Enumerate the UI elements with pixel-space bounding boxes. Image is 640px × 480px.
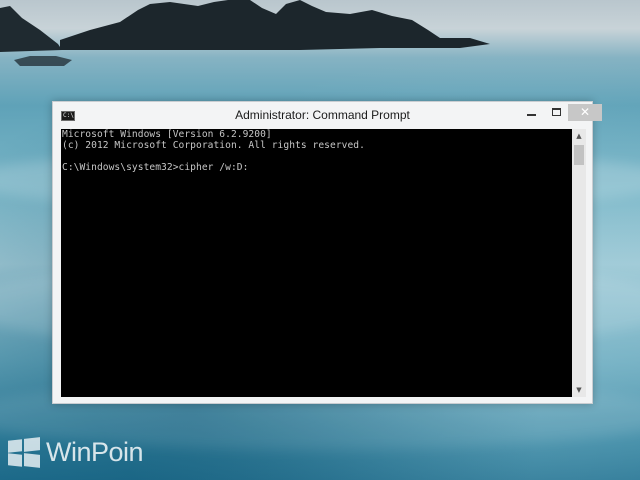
- rock-silhouettes: [0, 0, 490, 66]
- scroll-up-icon: ▲: [576, 132, 582, 140]
- command-prompt-line[interactable]: C:\Windows\system32>cipher /w:D:: [62, 162, 572, 173]
- scroll-thumb[interactable]: [574, 145, 584, 165]
- close-icon: ✕: [579, 105, 591, 119]
- close-button[interactable]: ✕: [568, 104, 602, 121]
- console-output[interactable]: Microsoft Windows [Version 6.2.9200] (c)…: [61, 129, 572, 397]
- scroll-down-button[interactable]: ▼: [572, 383, 586, 397]
- console-line: (c) 2012 Microsoft Corporation. All righ…: [62, 140, 365, 151]
- title-bar[interactable]: C:\ Administrator: Command Prompt ✕: [53, 102, 602, 129]
- maximize-icon: [552, 108, 561, 116]
- minimize-icon: [527, 114, 536, 116]
- window-title: Administrator: Command Prompt: [235, 108, 410, 122]
- scroll-down-icon: ▼: [576, 386, 582, 394]
- scroll-up-button[interactable]: ▲: [572, 129, 586, 143]
- minimize-button[interactable]: [518, 104, 544, 121]
- console-line: Microsoft Windows [Version 6.2.9200]: [62, 129, 272, 140]
- windows-logo-icon: [8, 437, 40, 468]
- vertical-scrollbar[interactable]: ▲ ▼: [572, 129, 586, 397]
- watermark: WinPoin: [8, 432, 144, 472]
- command-prompt-window[interactable]: C:\ Administrator: Command Prompt ✕ Micr…: [52, 101, 602, 404]
- desktop-wallpaper: C:\ Administrator: Command Prompt ✕ Micr…: [0, 0, 640, 480]
- maximize-button[interactable]: [544, 104, 568, 121]
- watermark-text: WinPoin: [46, 436, 144, 467]
